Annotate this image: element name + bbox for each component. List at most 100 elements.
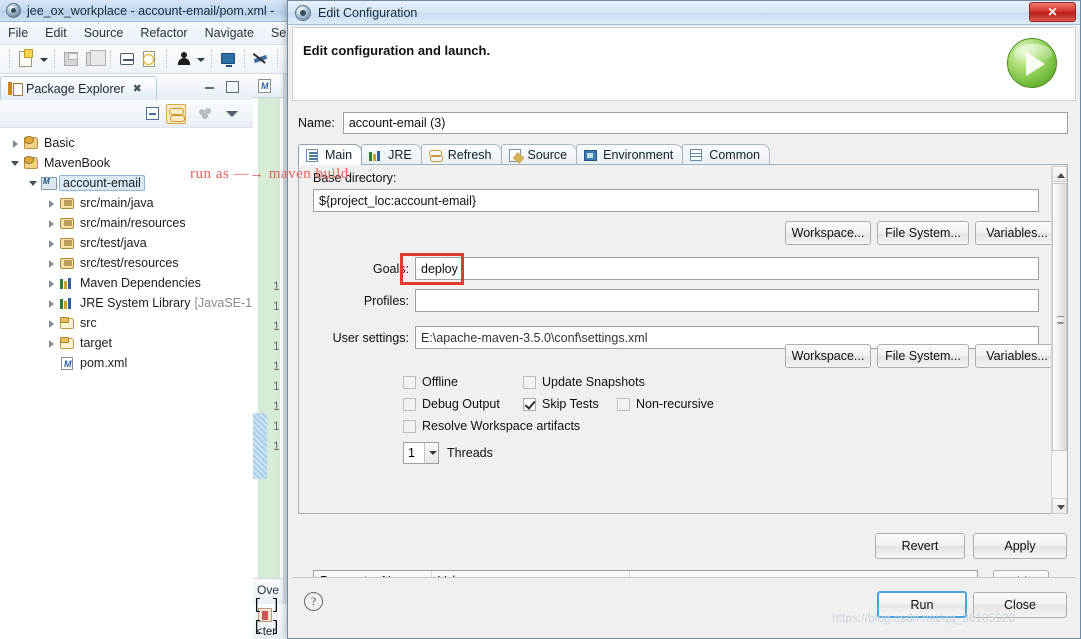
checkbox-update-snapshots[interactable]: Update Snapshots [523, 375, 645, 389]
toolbar-separator [277, 50, 278, 68]
scroll-up-icon[interactable] [1052, 166, 1067, 182]
tree-item-label: account-email [59, 175, 145, 191]
checkbox-offline[interactable]: Offline [403, 375, 458, 389]
checkbox-skip-tests[interactable]: Skip Tests [523, 397, 599, 411]
checkbox-label: Offline [422, 375, 458, 389]
user-settings-variables-button[interactable]: Variables... [975, 344, 1059, 368]
chevron-right-icon[interactable] [46, 338, 57, 349]
apply-button[interactable]: Apply [973, 533, 1067, 559]
tree-item-jre-system-library[interactable]: JRE System Library [JavaSE-1 [0, 293, 253, 313]
menu-navigate[interactable]: Navigate [205, 26, 254, 40]
checkbox-box[interactable] [403, 375, 416, 389]
editor-line-numbers: 1 1 1 1 1 1 1 1 1 [273, 276, 280, 456]
chevron-right-icon[interactable] [10, 138, 21, 149]
source-folder-icon [59, 216, 76, 231]
chevron-right-icon[interactable] [46, 218, 57, 229]
base-dir-workspace-button[interactable]: Workspace... [785, 221, 871, 245]
close-button[interactable]: ✕ [1029, 2, 1076, 22]
menu-source[interactable]: Source [84, 26, 124, 40]
tab-source[interactable]: Source [500, 144, 578, 165]
checkbox-non-recursive[interactable]: Non-recursive [617, 397, 714, 411]
collapse-all-icon[interactable] [143, 104, 163, 124]
main-tab-page: Base directory: ${project_loc:account-em… [298, 164, 1068, 624]
new-document-icon[interactable] [16, 49, 36, 69]
line-number: 1 [273, 379, 280, 393]
checkbox-debug-output[interactable]: Debug Output [403, 397, 500, 411]
chevron-right-icon[interactable] [46, 298, 57, 309]
line-number: 1 [273, 439, 280, 453]
toolbar-separator [9, 50, 10, 68]
tab-environment[interactable]: Environment [576, 144, 684, 165]
base-directory-input[interactable]: ${project_loc:account-email} [313, 189, 1039, 212]
chevron-right-icon[interactable] [46, 198, 57, 209]
print-icon[interactable] [117, 49, 137, 69]
dialog-title-bar: Edit Configuration ✕ [288, 1, 1080, 25]
base-dir-file-system-button[interactable]: File System... [877, 221, 969, 245]
base-dir-variables-button[interactable]: Variables... [975, 221, 1059, 245]
tab-refresh[interactable]: Refresh [420, 144, 502, 165]
user-settings-file-system-button[interactable]: File System... [877, 344, 969, 368]
chevron-right-icon[interactable] [46, 258, 57, 269]
tree-item-basic[interactable]: Basic [0, 133, 253, 153]
chevron-down-icon[interactable] [424, 443, 438, 463]
environment-tab-icon [584, 149, 598, 162]
tree-item-pom-xml[interactable]: pom.xml [0, 353, 253, 373]
goals-input[interactable]: deploy [415, 257, 1039, 280]
help-icon[interactable]: ? [304, 592, 323, 611]
minimize-view-icon[interactable] [203, 80, 216, 93]
revert-button[interactable]: Revert [875, 533, 965, 559]
monitor-icon[interactable] [218, 49, 238, 69]
threads-combobox[interactable]: 1 [403, 442, 439, 464]
menu-refactor[interactable]: Refactor [140, 26, 187, 40]
tree-item-src-main-resources[interactable]: src/main/resources [0, 213, 253, 233]
chevron-right-icon[interactable] [46, 278, 57, 289]
user-settings-workspace-button[interactable]: Workspace... [785, 344, 871, 368]
tab-label: Source [527, 148, 568, 162]
main-tab-scrollbar[interactable] [1051, 166, 1067, 514]
tab-jre[interactable]: JRE [361, 144, 422, 165]
link-with-editor-icon[interactable] [166, 104, 186, 124]
close-icon[interactable]: ✖ [133, 82, 142, 95]
tree-item-src-test-resources[interactable]: src/test/resources [0, 253, 253, 273]
checkbox-box[interactable] [523, 375, 536, 389]
tree-item-maven-dependencies[interactable]: Maven Dependencies [0, 273, 253, 293]
tab-package-explorer[interactable]: Package Explorer ✖ [0, 76, 157, 100]
checkbox-box[interactable] [617, 397, 630, 411]
tree-item-target[interactable]: target [0, 333, 253, 353]
save-all-icon[interactable] [84, 49, 106, 69]
person-dropdown-caret-icon[interactable] [196, 49, 205, 69]
name-input[interactable]: account-email (3) [342, 112, 1068, 134]
chevron-down-icon[interactable] [28, 178, 39, 189]
refresh-tab-icon [428, 149, 443, 162]
checkbox-box[interactable] [403, 419, 416, 433]
profiles-input[interactable] [415, 289, 1039, 312]
menu-file[interactable]: File [8, 26, 28, 40]
person-icon[interactable] [173, 49, 193, 69]
scroll-down-icon[interactable] [1052, 498, 1067, 514]
chevron-right-icon[interactable] [46, 318, 57, 329]
scrollbar-thumb[interactable] [1052, 183, 1067, 451]
checkbox-label: Non-recursive [636, 397, 714, 411]
tree-item-suffix: [JavaSE-1 [194, 296, 253, 310]
checkbox-box[interactable] [523, 397, 536, 411]
checkbox-box[interactable] [403, 397, 416, 411]
maximize-view-icon[interactable] [225, 80, 239, 93]
chevron-right-icon[interactable] [46, 238, 57, 249]
focus-on-active-task-icon[interactable] [196, 104, 216, 124]
save-icon[interactable] [61, 49, 81, 69]
new-dropdown-caret-icon[interactable] [39, 49, 48, 69]
skip-breakpoints-icon[interactable] [251, 49, 271, 69]
checkbox-resolve-workspace-artifacts[interactable]: Resolve Workspace artifacts [403, 419, 580, 433]
tab-main[interactable]: Main [298, 144, 363, 165]
file-properties-icon[interactable] [140, 49, 160, 69]
tab-common[interactable]: Common [682, 144, 771, 165]
view-menu-icon[interactable] [222, 104, 242, 124]
tree-item-src-main-java[interactable]: src/main/java [0, 193, 253, 213]
menu-edit[interactable]: Edit [45, 26, 67, 40]
tree-item-src-test-java[interactable]: src/test/java [0, 233, 253, 253]
eclipse-window-title: jee_ox_workplace - account-email/pom.xml… [27, 3, 275, 18]
tree-item-src[interactable]: src [0, 313, 253, 333]
tree-item-label: MavenBook [44, 156, 111, 170]
project-tree: Basic MavenBook account-email [0, 129, 253, 639]
chevron-down-icon[interactable] [10, 158, 21, 169]
